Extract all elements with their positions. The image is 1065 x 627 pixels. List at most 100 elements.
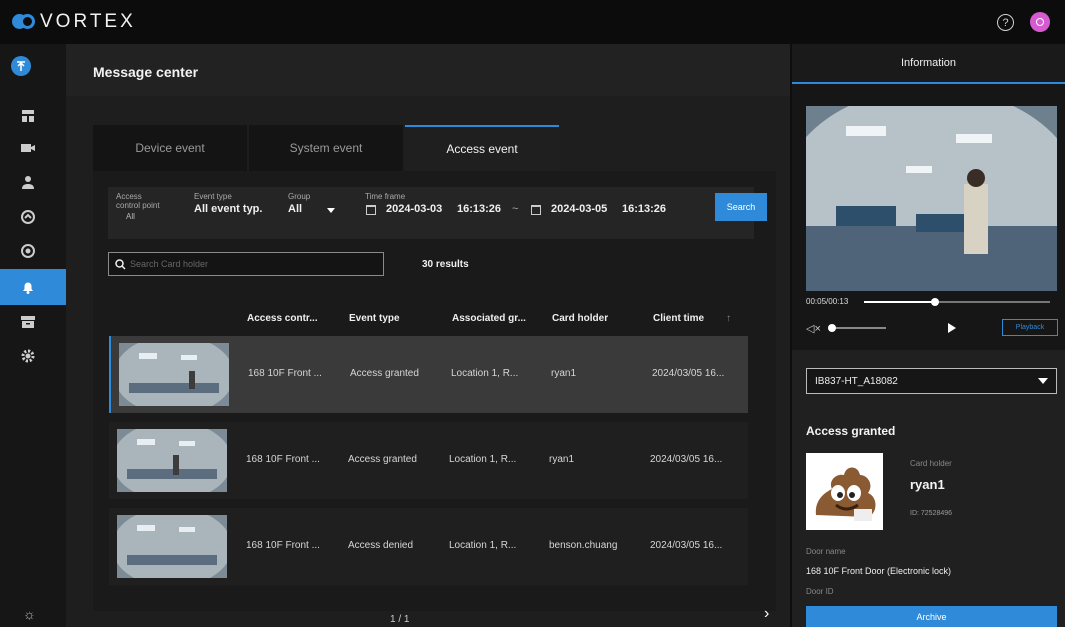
column-client-time[interactable]: Client time [653,313,704,324]
vortex-logo-icon [12,11,35,33]
event-type-select[interactable]: All event typ. [194,203,262,215]
user-avatar[interactable] [1030,12,1050,32]
table-header: Access contr... Event type Associated gr… [108,304,758,334]
brand-name: VORTEX [40,11,136,32]
help-icon[interactable]: ? [997,14,1014,31]
sidebar-item-monitor[interactable] [0,233,66,269]
end-date[interactable]: 2024-03-05 [551,203,607,215]
collapse-sidebar-icon[interactable] [11,56,31,76]
start-calendar-icon[interactable] [366,205,376,215]
theme-toggle-icon[interactable]: ☼ [23,606,36,622]
filter-bar: Access control point All Event type All … [108,187,767,239]
access-event-panel: Access control point All Event type All … [93,171,776,611]
bell-icon [23,282,33,294]
volume-handle[interactable] [828,324,836,332]
play-icon[interactable] [948,323,956,333]
column-card-holder[interactable]: Card holder [552,313,608,324]
event-tabs: Device event System event Access event [93,125,561,171]
start-date[interactable]: 2024-03-03 [386,203,442,215]
cell-access-point: 168 10F Front ... [248,368,322,379]
sidebar-item-settings[interactable] [0,338,66,374]
gear-icon [21,349,35,363]
door-name-label: Door name [806,547,846,556]
card-holder-label: Card holder [910,459,952,468]
cell-card-holder: ryan1 [551,368,577,379]
tab-device-event[interactable]: Device event [93,125,247,171]
top-bar: VORTEX ? [0,0,1065,44]
card-holder-name: ryan1 [910,477,945,492]
event-type-label: Event type [194,192,232,201]
volume-slider[interactable] [830,327,886,329]
end-calendar-icon[interactable] [531,205,541,215]
sidebar-item-people[interactable] [0,164,66,200]
page-title: Message center [93,64,199,80]
tab-access-event[interactable]: Access event [405,125,559,171]
tab-system-event[interactable]: System event [249,125,403,171]
pagination[interactable]: 1 / 1 [390,614,409,625]
end-time[interactable]: 16:13:26 [622,203,666,215]
search-input[interactable] [130,259,370,269]
event-thumbnail[interactable] [119,343,229,406]
cell-access-point: 168 10F Front ... [246,540,320,551]
group-label: Group [288,192,311,201]
sidebar-item-messages[interactable] [0,269,66,305]
door-id-label: Door ID [806,587,834,596]
card-holder-photo [806,453,883,530]
cell-access-point: 168 10F Front ... [246,454,320,465]
group-dropdown-caret-icon[interactable] [327,208,335,213]
table-row[interactable]: 168 10F Front ... Access denied Location… [109,508,748,585]
group-select[interactable]: All [288,203,302,215]
column-access-point[interactable]: Access contr... [247,313,318,324]
sidebar-item-access[interactable] [0,199,66,235]
sidebar-item-archive[interactable] [0,304,66,340]
start-time[interactable]: 16:13:26 [457,203,501,215]
event-thumbnail[interactable] [117,515,227,578]
access-point-select[interactable]: All [126,212,135,221]
archive-button[interactable]: Archive [806,606,1057,627]
event-thumbnail[interactable] [117,429,227,492]
cell-card-holder: ryan1 [549,454,575,465]
column-group[interactable]: Associated gr... [452,313,526,324]
cell-card-holder: benson.chuang [549,540,618,551]
cell-client-time: 2024/03/05 16... [652,368,725,379]
next-panel-chevron-icon[interactable]: › [764,605,769,623]
video-progress-bar[interactable] [864,298,1050,306]
search-icon [115,258,126,270]
message-center-panel: Message center Device event System event… [66,44,790,627]
table-row[interactable]: 168 10F Front ... Access granted Locatio… [109,422,748,499]
device-select[interactable]: IB837-HT_A18082 [806,368,1057,394]
cell-event-type: Access granted [348,454,417,465]
cell-event-type: Access denied [348,540,414,551]
information-panel: Information 00:05/00:13 ◁× Playback IB83… [792,44,1065,627]
event-status-title: Access granted [806,424,896,438]
range-separator: ~ [512,203,519,215]
card-holder-search[interactable] [108,252,384,276]
person-icon [22,176,34,189]
access-point-label-2: control point [116,201,160,210]
cell-event-type: Access granted [350,368,419,379]
table-row[interactable]: 168 10F Front ... Access granted Locatio… [109,336,748,413]
sidebar-item-dashboard[interactable] [0,98,66,134]
cell-group: Location 1, R... [449,454,517,465]
column-event-type[interactable]: Event type [349,313,400,324]
mute-icon[interactable]: ◁× [806,322,821,335]
playback-button[interactable]: Playback [1002,319,1058,336]
sidebar: ☼ [0,44,66,627]
video-progress-handle[interactable] [930,298,939,306]
cell-client-time: 2024/03/05 16... [650,454,723,465]
door-name: 168 10F Front Door (Electronic lock) [806,566,952,576]
access-point-label-1: Access [116,192,142,201]
cell-client-time: 2024/03/05 16... [650,540,723,551]
tab-information[interactable]: Information [792,44,1065,84]
search-button[interactable]: Search [715,193,767,221]
time-frame-label: Time frame [365,192,406,201]
card-id: ID: 72528496 [910,510,953,517]
sidebar-item-devices[interactable] [0,130,66,166]
event-video[interactable] [806,106,1057,291]
target-icon [21,244,35,258]
vortex-logo[interactable]: VORTEX [12,11,136,33]
device-select-value: IB837-HT_A18082 [815,375,898,387]
access-control-icon [21,210,35,224]
sort-arrow-icon[interactable]: ↑ [726,313,731,324]
results-count: 30 results [422,259,469,270]
